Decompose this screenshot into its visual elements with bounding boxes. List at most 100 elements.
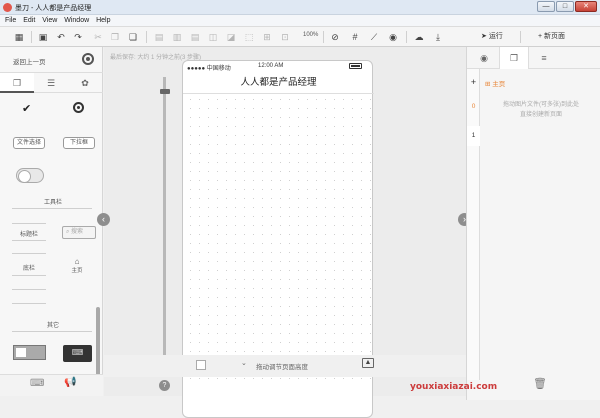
copy-icon[interactable]: ❐ (108, 30, 122, 44)
checkbox-icon[interactable]: ✔ (22, 102, 31, 115)
screen-component-inner (16, 348, 26, 357)
tab-layers[interactable]: ≡ (529, 47, 559, 69)
trash-icon[interactable]: 🗑 (533, 377, 547, 390)
page-list-item[interactable]: ⊞ 主页 (485, 78, 505, 88)
zoom-level[interactable]: 100% (303, 32, 318, 38)
group-icon[interactable]: ⬚ (242, 30, 256, 44)
menu-file[interactable]: File (5, 15, 16, 27)
megaphone-icon[interactable]: 📢 (64, 377, 76, 388)
toggle-switch-component[interactable] (16, 168, 44, 183)
menu-help[interactable]: Help (96, 15, 110, 27)
page-number[interactable]: 1 (467, 126, 480, 146)
preview-eye-icon[interactable]: ◉ (386, 30, 400, 44)
vertical-ruler (163, 77, 166, 377)
bring-front-icon[interactable]: ◫ (206, 30, 220, 44)
page-index-column: + 0 1 (467, 69, 480, 380)
align-left-icon[interactable]: ▤ (152, 30, 166, 44)
tab-data-components[interactable]: ☰ (34, 73, 68, 93)
cut-icon[interactable]: ✂ (91, 30, 105, 44)
background-color-swatch[interactable] (196, 360, 206, 370)
grid-icon[interactable]: # (348, 30, 362, 44)
home-tab-component[interactable]: 主页 (64, 266, 90, 274)
phone-status-bar: ●●●●● 中国移动 12:00 AM (183, 61, 374, 72)
download-icon[interactable]: ⤓ (431, 30, 445, 44)
send-back-icon[interactable]: ◪ (224, 30, 238, 44)
save-icon[interactable]: ▣ (36, 30, 50, 44)
watermark: youxiaxiazai.com (410, 382, 498, 392)
battery-icon (349, 63, 362, 69)
toolbar-divider (146, 31, 147, 43)
menu-view[interactable]: View (42, 15, 57, 27)
ruler-top-handle[interactable] (160, 89, 170, 94)
tab-basic-components[interactable]: ❒ (0, 73, 34, 93)
pages-panel: ◉ ❐ ≡ + 0 1 ⊞ 主页 拖动图片文件(可多张)到此处 直接创建新页面 … (466, 47, 600, 400)
file-select-component[interactable]: 文件选择 (13, 137, 45, 149)
divider (12, 331, 92, 332)
toolbar-divider (520, 31, 521, 43)
back-row[interactable]: 返回上一页 (0, 47, 103, 73)
help-icon[interactable]: ? (159, 380, 170, 391)
home-icon: ⌂ (74, 257, 80, 266)
back-label: 返回上一页 (13, 59, 46, 66)
divider (12, 253, 46, 254)
keyboard-icon[interactable]: ⌨ (30, 378, 44, 389)
paste-icon[interactable]: ❏ (126, 30, 140, 44)
grid-view-icon[interactable]: ▦ (12, 30, 26, 44)
target-icon[interactable] (82, 53, 94, 65)
left-scrollbar[interactable] (96, 307, 100, 382)
menu-edit[interactable]: Edit (23, 15, 35, 27)
ruler-icon[interactable]: ⟋ (367, 30, 381, 44)
close-button[interactable]: ✕ (575, 1, 597, 12)
tab-pages[interactable]: ❐ (499, 47, 529, 69)
titlebar-line (12, 223, 46, 224)
canvas-grid[interactable] (186, 95, 371, 379)
chevron-down-icon[interactable]: ⌄ (241, 359, 247, 367)
undo-icon[interactable]: ↶ (54, 30, 68, 44)
search-placeholder: 搜索 (71, 229, 84, 235)
cube-icon: ❒ (12, 78, 22, 88)
database-icon: ☰ (46, 78, 56, 88)
lock-icon[interactable]: ⊡ (278, 30, 292, 44)
toolbar: ▦ ▣ ↶ ↷ ✂ ❐ ❏ ▤ ▥ ▤ ◫ ◪ ⬚ ⊞ ⊡ 100% ⊘ # ⟋… (0, 27, 600, 47)
toolbar-heading: 工具栏 (43, 200, 62, 206)
keyboard-component-icon[interactable]: ⌨ (63, 345, 92, 362)
image-icon[interactable]: ▲ (362, 358, 374, 368)
screen-component-icon[interactable] (13, 345, 46, 360)
ungroup-icon[interactable]: ⊞ (260, 30, 274, 44)
toolbar-divider (406, 31, 407, 43)
new-page-button[interactable]: + 新页面 (538, 31, 565, 41)
canvas-area: 最后保存: 大约 1 分钟之前(3 步骤) ? ●●●●● 中国移动 12:00… (104, 47, 466, 418)
add-page-icon[interactable]: + (467, 77, 480, 87)
upload-cloud-icon[interactable]: ☁ (412, 30, 426, 44)
align-right-icon[interactable]: ▤ (188, 30, 202, 44)
dropdown-component[interactable]: 下拉框 (63, 137, 95, 149)
page-name: 主页 (492, 81, 506, 88)
component-tabs: ❒ ☰ ✿ (0, 73, 103, 93)
toolbar-divider (31, 31, 32, 43)
divider (12, 208, 92, 209)
other-heading: 其它 (46, 323, 59, 329)
divider (12, 303, 46, 304)
title-bar: 墨刀 - 人人都是产品经理 — □ ✕ (0, 0, 600, 15)
radio-icon[interactable] (73, 102, 84, 113)
radio-dot (77, 106, 80, 109)
maximize-button[interactable]: □ (556, 1, 574, 12)
tab-icon-components[interactable]: ✿ (68, 73, 102, 93)
menu-bar: File Edit View Window Help (0, 15, 600, 27)
titlebar-component[interactable]: 标题栏 (12, 229, 46, 238)
drop-hint: 拖动图片文件(可多张)到此处 直接创建新页面 (485, 100, 597, 120)
navbar-component[interactable]: 底栏 (12, 263, 46, 272)
align-center-icon[interactable]: ▥ (170, 30, 184, 44)
search-component[interactable]: ⌕ 搜索 (62, 226, 96, 239)
redo-icon[interactable]: ↷ (71, 30, 85, 44)
drop-hint-line1: 拖动图片文件(可多张)到此处 (503, 102, 579, 108)
canvas-bottom-bar: ⌄ 拖动调节页面高度 ▲ (104, 355, 466, 377)
run-button[interactable]: ➤ 运行 (481, 31, 503, 41)
tab-properties[interactable]: ◉ (469, 47, 499, 69)
run-icon: ➤ (481, 33, 489, 40)
minimize-button[interactable]: — (537, 1, 555, 12)
collapse-left-panel-icon[interactable]: ‹ (97, 213, 110, 226)
page-title[interactable]: 人人都是产品经理 (183, 71, 374, 94)
menu-window[interactable]: Window (64, 15, 89, 27)
rotate-icon[interactable]: ⊘ (328, 30, 342, 44)
